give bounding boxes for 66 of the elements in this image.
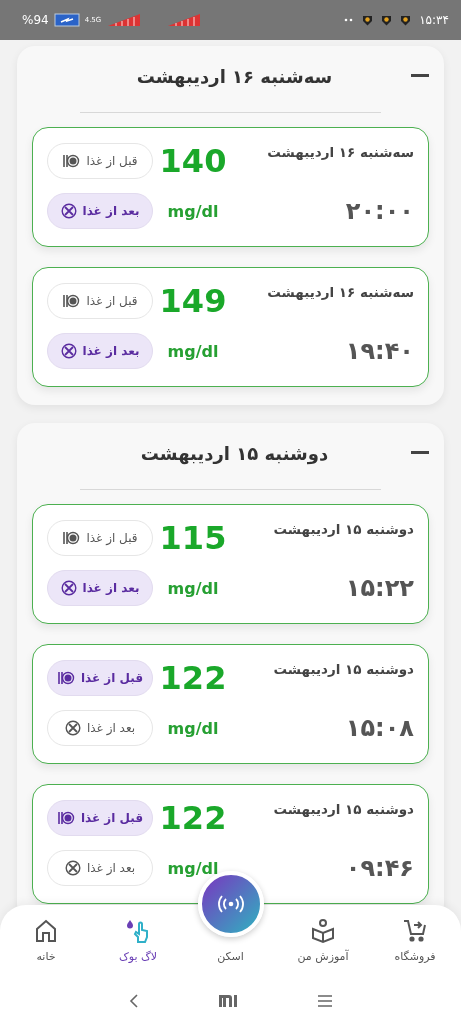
reading-time: ۰۹:۴۶	[344, 854, 414, 882]
glucose-value: 140	[159, 142, 227, 180]
crossed-plate-icon	[64, 860, 81, 876]
plate-fork-icon	[56, 670, 75, 686]
reading-time: ۲۰:۰۰	[344, 197, 414, 225]
after-meal-tag[interactable]: بعد از غذا	[47, 333, 153, 369]
after-meal-tag[interactable]: بعد از غذا	[47, 570, 153, 606]
nav-tab[interactable]: اسکن	[184, 941, 277, 977]
broadcast-icon	[215, 895, 246, 913]
nav-tab[interactable]: آموزش من	[277, 905, 369, 977]
more-icon	[344, 18, 355, 22]
unit-label: mg/dl	[166, 858, 220, 878]
nav-tab[interactable]: فروشگاه	[369, 905, 461, 977]
glucose-value: 122	[159, 659, 227, 697]
plate-fork-icon	[56, 810, 75, 826]
crossed-plate-icon	[60, 580, 77, 596]
signal-icon	[106, 13, 143, 27]
reading-time: ۱۵:۲۲	[344, 574, 414, 602]
plate-fork-icon	[62, 530, 81, 546]
reading-time: ۱۹:۴۰	[344, 337, 414, 365]
before-meal-tag[interactable]: قبل از غذا	[47, 800, 153, 836]
plate-fork-icon	[62, 153, 81, 169]
home-icon	[33, 918, 59, 944]
reading-date: دوشنبه ۱۵ اردیبهشت	[272, 521, 414, 537]
logo-icon[interactable]	[218, 994, 237, 1007]
nav-tab[interactable]: لاگ بوک	[92, 905, 184, 977]
unit-label: mg/dl	[166, 578, 220, 598]
crossed-plate-icon	[60, 203, 77, 219]
collapse-icon[interactable]	[411, 451, 429, 455]
crossed-plate-icon	[64, 720, 81, 736]
day-title: دوشنبه ۱۵ اردیبهشت	[139, 442, 330, 464]
cart-icon	[402, 918, 428, 944]
menu-icon[interactable]	[316, 993, 333, 1008]
unit-label: mg/dl	[166, 201, 220, 221]
clock: ۱۵:۳۴	[419, 13, 449, 27]
unit-label: mg/dl	[166, 341, 220, 361]
unit-label: mg/dl	[166, 718, 220, 738]
after-meal-tag[interactable]: بعد از غذا	[47, 850, 153, 886]
reading-time: ۱۵:۰۸	[344, 714, 414, 742]
finger-drop-icon	[125, 918, 151, 944]
battery-percent: %94	[22, 13, 49, 27]
before-meal-tag[interactable]: قبل از غذا	[47, 660, 153, 696]
glucose-value: 149	[159, 282, 227, 320]
reading-date: سه‌شنبه ۱۶ اردیبهشت	[266, 284, 414, 300]
day-title: سه‌شنبه ۱۶ اردیبهشت	[135, 65, 334, 87]
shield-icon	[362, 14, 374, 26]
before-meal-tag[interactable]: قبل از غذا	[47, 520, 153, 556]
collapse-icon[interactable]	[411, 74, 429, 78]
signal-icon	[166, 13, 203, 27]
crossed-plate-icon	[60, 343, 77, 359]
back-icon[interactable]	[128, 992, 139, 1009]
reading-date: دوشنبه ۱۵ اردیبهشت	[272, 801, 414, 817]
before-meal-tag[interactable]: قبل از غذا	[47, 143, 153, 179]
shield-icon	[381, 14, 393, 26]
reading-person-icon	[310, 918, 336, 944]
before-meal-tag[interactable]: قبل از غذا	[47, 283, 153, 319]
shield-icon	[400, 14, 412, 26]
glucose-value: 122	[159, 799, 227, 837]
after-meal-tag[interactable]: بعد از غذا	[47, 193, 153, 229]
battery-icon	[53, 13, 80, 27]
glucose-value: 115	[159, 519, 227, 557]
nav-tab[interactable]: خانه	[0, 905, 92, 977]
reading-date: دوشنبه ۱۵ اردیبهشت	[272, 661, 414, 677]
reading-date: سه‌شنبه ۱۶ اردیبهشت	[266, 144, 414, 160]
after-meal-tag[interactable]: بعد از غذا	[47, 710, 153, 746]
plate-fork-icon	[62, 293, 81, 309]
